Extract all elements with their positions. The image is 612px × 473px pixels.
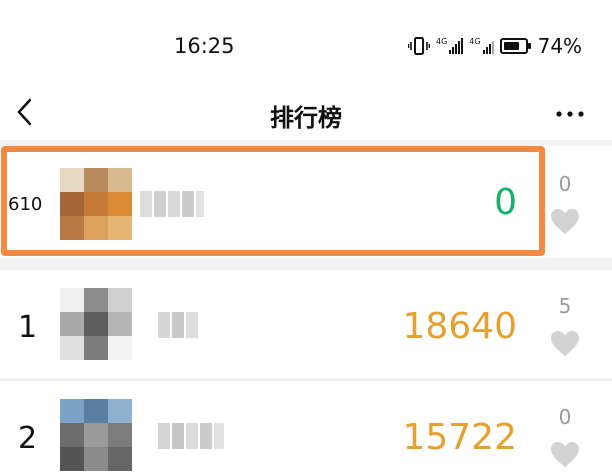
signal-icon-sim1: 4G — [436, 37, 464, 54]
rank-number: 2 — [18, 421, 38, 456]
avatar[interactable] — [60, 399, 132, 471]
username-blurred — [158, 423, 224, 449]
network-type-label: 4G — [469, 37, 481, 46]
avatar[interactable] — [60, 288, 132, 360]
status-icons: 4G 4G 74% — [408, 34, 582, 58]
score: 15722 — [402, 417, 517, 458]
signal-icon-sim2: 4G — [469, 37, 494, 54]
heart-icon[interactable] — [550, 208, 580, 236]
rank-row[interactable]: 1 18640 5 — [0, 270, 612, 380]
like-count: 0 — [558, 405, 572, 429]
network-type-label: 4G — [436, 37, 448, 46]
heart-icon[interactable] — [550, 330, 580, 358]
more-horizontal-icon[interactable] — [552, 94, 588, 130]
status-bar: 16:25 4G 4G 74% — [0, 0, 612, 86]
username-blurred — [158, 312, 198, 338]
rank-row[interactable]: 2 15722 0 — [0, 381, 612, 473]
battery-percent: 74% — [537, 34, 583, 58]
status-time: 16:25 — [174, 34, 235, 58]
vibrate-icon — [408, 37, 430, 55]
nav-bar: 排行榜 — [0, 86, 612, 140]
rank-number: 1 — [18, 310, 38, 345]
battery-icon — [499, 38, 531, 54]
like-count: 5 — [558, 294, 572, 318]
battery-level — [503, 42, 519, 50]
score: 18640 — [402, 306, 517, 347]
heart-icon[interactable] — [550, 441, 580, 469]
like-count: 0 — [558, 172, 572, 196]
leaderboard-screen: 16:25 4G 4G 74% 排行榜 610 0 0 1 18640 5 2 … — [0, 0, 612, 473]
page-title: 排行榜 — [270, 104, 342, 132]
self-highlight-frame — [1, 146, 545, 256]
